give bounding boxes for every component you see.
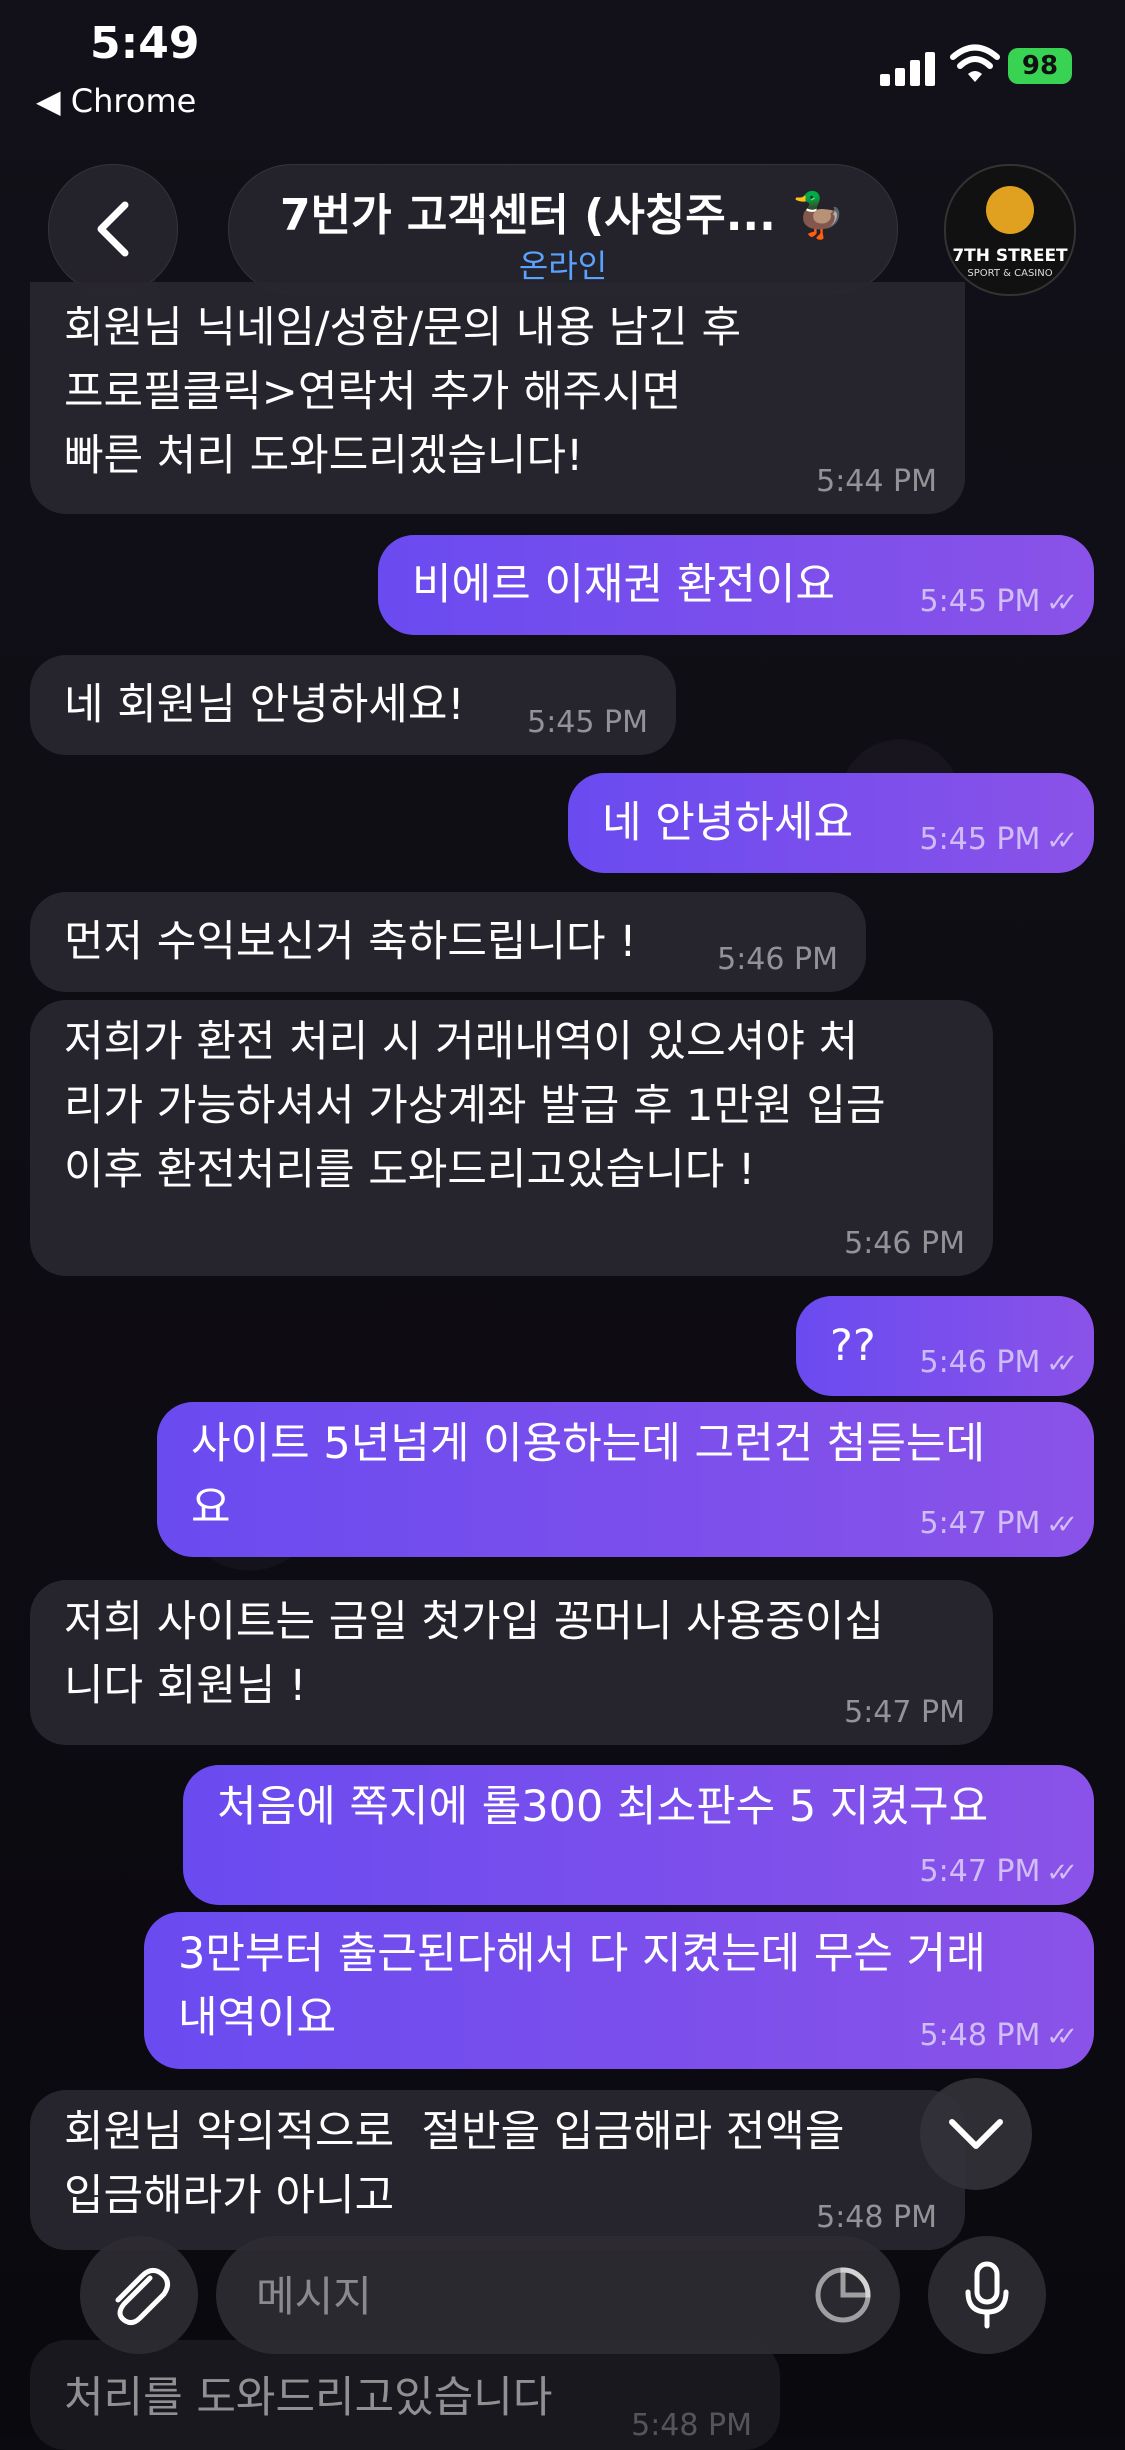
paperclip-icon: [115, 2268, 170, 2326]
status-time: 5:49: [90, 18, 200, 69]
message-text: 저희 사이트는 금일 첫가입 꽁머니 사용중이십 니다 회원님 !: [64, 1597, 884, 1711]
message-bubble[interactable]: 회원님 악의적으로 절반을 입금해라 전액을 입금해라가 아니고 5:48 PM: [30, 2090, 965, 2250]
message-text: 회원님 악의적으로 절반을 입금해라 전액을 입금해라가 아니고: [64, 2107, 845, 2221]
back-button[interactable]: [48, 164, 178, 294]
message-bubble[interactable]: 3만부터 출근된다해서 다 지켰는데 무슨 거래 내역이요 5:48 PM ✓✓: [144, 1912, 1094, 2069]
read-checkmarks-icon: ✓✓: [1046, 1510, 1077, 1540]
message-text: 처리를 도와드리고있습니다: [64, 2373, 553, 2423]
message-time: 5:48 PM ✓✓: [919, 2018, 1078, 2053]
message-time: 5:46 PM: [844, 1226, 965, 1261]
message-bubble[interactable]: 네 회원님 안녕하세요! 5:45 PM: [30, 655, 676, 755]
read-checkmarks-icon: ✓✓: [1046, 826, 1077, 856]
message-time: 5:45 PM ✓✓: [919, 584, 1078, 619]
message-text: 먼저 수익보신거 축하드립니다 !: [64, 917, 637, 967]
message-text: ??: [830, 1321, 876, 1371]
message-time: 5:47 PM: [844, 1695, 965, 1730]
scroll-to-bottom-button[interactable]: [920, 2078, 1032, 2190]
message-bubble[interactable]: ?? 5:46 PM ✓✓: [796, 1296, 1094, 1396]
message-time: 5:47 PM ✓✓: [919, 1506, 1078, 1541]
back-to-app-link[interactable]: ◀ Chrome: [36, 82, 196, 120]
message-text: 회원님 닉네임/성함/문의 내용 남긴 후 프로필클릭>연락처 추가 해주시면 …: [64, 303, 742, 481]
chat-title: 7번가 고객센터 (사칭주... 🦆: [280, 190, 846, 241]
message-composer[interactable]: [216, 2236, 900, 2354]
avatar[interactable]: 7TH STREET SPORT & CASINO: [944, 164, 1076, 296]
message-time: 5:45 PM: [527, 705, 648, 740]
attach-button[interactable]: [80, 2236, 198, 2354]
message-time: 5:45 PM ✓✓: [919, 822, 1078, 857]
sticker-icon[interactable]: [814, 2266, 872, 2324]
message-bubble[interactable]: 먼저 수익보신거 축하드립니다 ! 5:46 PM: [30, 892, 866, 992]
avatar-subtitle: SPORT & CASINO: [967, 268, 1053, 279]
message-time: 5:48 PM: [816, 2200, 937, 2235]
message-time: 5:47 PM ✓✓: [919, 1854, 1078, 1889]
read-checkmarks-icon: ✓✓: [1046, 1858, 1077, 1888]
read-checkmarks-icon: ✓✓: [1046, 588, 1077, 618]
message-time: 5:44 PM: [816, 464, 937, 499]
chevron-left-icon: [97, 201, 129, 257]
duck-logo-icon: [986, 186, 1034, 234]
signal-icon: [880, 50, 936, 86]
message-bubble[interactable]: 저희가 환전 처리 시 거래내역이 있으셔야 처 리가 가능하셔서 가상계좌 발…: [30, 1000, 993, 1276]
message-time: 5:48 PM: [631, 2408, 752, 2443]
microphone-button[interactable]: [928, 2236, 1046, 2354]
message-text: 저희가 환전 처리 시 거래내역이 있으셔야 처 리가 가능하셔서 가상계좌 발…: [64, 1017, 886, 1195]
read-checkmarks-icon: ✓✓: [1046, 1349, 1077, 1379]
message-time: 5:46 PM ✓✓: [919, 1345, 1078, 1380]
message-input[interactable]: [254, 2260, 778, 2332]
message-bubble[interactable]: 저희 사이트는 금일 첫가입 꽁머니 사용중이십 니다 회원님 ! 5:47 P…: [30, 1580, 993, 1745]
online-status: 온라인: [518, 247, 608, 285]
battery-indicator: 98: [1008, 48, 1072, 84]
message-bubble[interactable]: 사이트 5년넘게 이용하는데 그런건 첨듣는데 요 5:47 PM ✓✓: [157, 1402, 1094, 1557]
message-text: 3만부터 출근된다해서 다 지켰는데 무슨 거래 내역이요: [178, 1929, 986, 2043]
status-bar: 5:49 ◀ Chrome 98: [0, 0, 1125, 130]
message-bubble[interactable]: 비에르 이재권 환전이요 5:45 PM ✓✓: [378, 535, 1094, 635]
microphone-icon: [965, 2261, 1009, 2329]
message-text: 네 회원님 안녕하세요!: [64, 680, 465, 730]
avatar-name: 7TH STREET: [952, 246, 1068, 266]
message-bubble[interactable]: 처음에 쪽지에 롤300 최소판수 5 지켰구요 5:47 PM ✓✓: [183, 1765, 1094, 1905]
message-text: 네 안녕하세요: [602, 798, 854, 848]
message-text: 사이트 5년넘게 이용하는데 그런건 첨듣는데 요: [191, 1419, 986, 1533]
chevron-down-icon: [949, 2119, 1003, 2149]
chat-header[interactable]: 7번가 고객센터 (사칭주... 🦆 온라인: [228, 164, 898, 294]
message-bubble[interactable]: 처리를 도와드리고있습니다 5:48 PM: [30, 2340, 780, 2450]
read-checkmarks-icon: ✓✓: [1046, 2022, 1077, 2052]
message-bubble[interactable]: 회원님 닉네임/성함/문의 내용 남긴 후 프로필클릭>연락처 추가 해주시면 …: [30, 282, 965, 514]
message-text: 비에르 이재권 환전이요: [412, 560, 835, 610]
message-bubble[interactable]: 네 안녕하세요 5:45 PM ✓✓: [568, 773, 1094, 873]
message-text: 처음에 쪽지에 롤300 최소판수 5 지켰구요: [217, 1782, 989, 1832]
wifi-icon: [950, 44, 1000, 82]
message-time: 5:46 PM: [717, 942, 838, 977]
